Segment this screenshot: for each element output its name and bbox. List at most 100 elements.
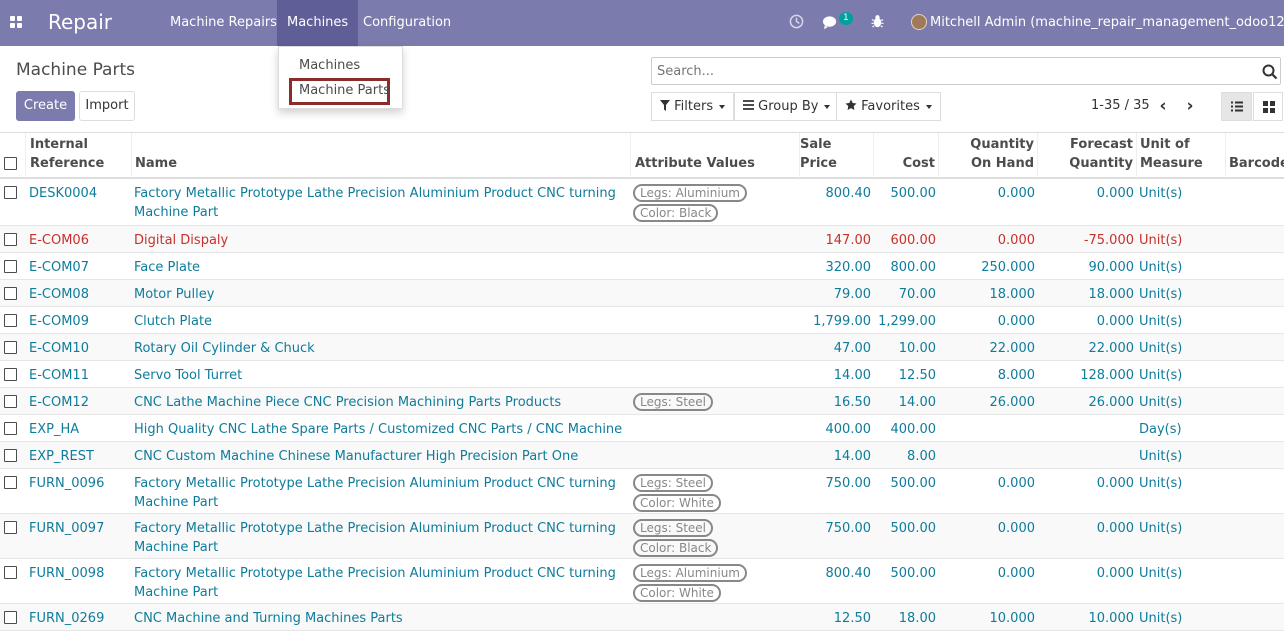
chat-icon[interactable] [822,15,839,30]
cell-quantity-on-hand: 22.000 [989,341,1036,356]
bug-debug-icon[interactable] [871,14,884,29]
cell-unit-of-measure: Unit(s) [1139,368,1183,383]
cell-sale-price: 1,799.00 [813,314,871,329]
attribute-tag: Legs: Aluminium [633,184,747,202]
menu-machines[interactable]: Machines [277,0,359,46]
table-row[interactable]: E-COM08 Motor Pulley 79.00 70.00 18.000 18.00… [0,280,1284,307]
col-name[interactable]: Name [132,133,631,178]
row-checkbox[interactable] [4,186,17,199]
cell-name: Factory Metallic Prototype Lathe Precisi… [134,521,616,555]
col-sale-price[interactable]: Sale Price [800,133,874,178]
search-icon[interactable] [1262,64,1278,80]
import-button[interactable]: Import [79,91,135,121]
table-row[interactable]: EXP_HA High Quality CNC Lathe Spare Parts… [0,415,1284,456]
app-brand[interactable]: Repair [48,10,112,34]
row-checkbox[interactable] [4,566,17,579]
col-attribute-values[interactable]: Attribute Values [631,133,800,178]
row-checkbox[interactable] [4,611,17,624]
table-row[interactable]: FURN_0098 Factory Metallic Prototype Lath… [0,559,1284,604]
pager-next-icon[interactable]: › [1181,97,1199,115]
table-row[interactable]: E-COM12 CNC Lathe Machine Piece CNC Preci… [0,388,1284,415]
filters-button[interactable]: Filters [651,92,735,121]
row-checkbox[interactable] [4,287,17,300]
row-checkbox[interactable] [4,314,17,327]
cell-sale-price: 750.00 [825,521,872,536]
row-checkbox[interactable] [4,449,17,462]
table-row[interactable]: E-COM07 Face Plate 320.00 800.00 250.000 90.0… [0,253,1284,280]
cell-attribute-values: Legs: Steel [633,392,799,412]
cell-cost: 500.00 [890,521,937,536]
cell-forecast-quantity: 0.000 [1096,314,1134,329]
table-row[interactable]: E-COM09 Clutch Plate 1,799.00 1,299.00 0.000… [0,307,1284,334]
table-row[interactable]: FURN_0096 Factory Metallic Prototype Lath… [0,469,1284,514]
cell-sale-price: 800.40 [825,566,872,581]
attribute-tag: Color: Black [633,539,719,557]
row-checkbox[interactable] [4,395,17,408]
col-unit-of-measure[interactable]: Unit of Measure [1137,133,1226,178]
cell-quantity-on-hand: 0.000 [997,566,1035,581]
filters-label: Filters [674,99,714,114]
cell-attribute-values: Legs: Steel Color: White [633,473,799,513]
col-barcode[interactable]: Barcode [1226,133,1284,178]
cell-internal-reference: EXP_HA [29,422,80,437]
cell-name: Motor Pulley [134,287,215,302]
cell-quantity-on-hand: 0.000 [997,314,1035,329]
cell-name: Factory Metallic Prototype Lathe Precisi… [134,476,616,510]
menu-machine-repairs[interactable]: Machine Repairs [160,0,287,46]
user-menu[interactable]: Mitchell Admin (machine_repair_managemen… [930,15,1284,30]
cell-sale-price: 800.40 [825,186,872,201]
dropdown-item-machines[interactable]: Machines [299,58,360,73]
cell-internal-reference: E-COM12 [29,395,89,410]
cell-unit-of-measure: Unit(s) [1139,287,1183,302]
cell-unit-of-measure: Unit(s) [1139,395,1183,410]
apps-menu-icon[interactable] [10,16,23,29]
col-forecast-quantity[interactable]: Forecast Quantity [1038,133,1137,178]
pager-value[interactable]: 1-35 / 35 [1091,98,1150,113]
search-input[interactable] [652,58,1252,84]
attribute-tag: Legs: Aluminium [633,564,747,582]
table-row[interactable]: E-COM06 Digital Dispaly 147.00 600.00 0.000 -… [0,226,1284,253]
top-navbar: Repair Machine Repairs Machines Configur… [0,0,1284,46]
col-internal-reference[interactable]: Internal Reference [26,133,132,178]
row-checkbox[interactable] [4,233,17,246]
user-avatar[interactable] [911,14,927,30]
dropdown-item-machine-parts[interactable]: Machine Parts [299,83,390,98]
attribute-tag: Legs: Steel [633,393,714,411]
table-row[interactable]: EXP_REST CNC Custom Machine Chinese Manuf… [0,442,1284,469]
group-by-button[interactable]: Group By [734,92,840,121]
table-row[interactable]: FURN_0097 Factory Metallic Prototype Lath… [0,514,1284,559]
activity-clock-icon[interactable] [789,14,804,29]
list-view-button[interactable] [1221,92,1252,121]
row-checkbox[interactable] [4,521,17,534]
create-button[interactable]: Create [16,91,75,121]
menu-configuration[interactable]: Configuration [353,0,461,46]
kanban-view-button[interactable] [1253,92,1283,121]
favorites-button[interactable]: Favorites [836,92,941,121]
table-row[interactable]: FURN_0269 CNC Machine and Turning Machine… [0,604,1284,631]
row-checkbox[interactable] [4,260,17,273]
table-row[interactable]: DESK0004 Factory Metallic Prototype Lathe… [0,179,1284,226]
table-header: Internal Reference Name Attribute Values… [0,132,1284,179]
cell-name: CNC Custom Machine Chinese Manufacturer … [134,449,579,464]
table-row[interactable]: E-COM10 Rotary Oil Cylinder & Chuck 47.00 1… [0,334,1284,361]
cell-sale-price: 14.00 [833,368,871,383]
select-all-checkbox[interactable] [4,157,17,170]
cell-unit-of-measure: Unit(s) [1139,260,1183,275]
cell-unit-of-measure: Unit(s) [1139,566,1183,581]
table-row[interactable]: E-COM11 Servo Tool Turret 14.00 12.50 8.000 1… [0,361,1284,388]
cell-name: Servo Tool Turret [134,368,243,383]
cell-quantity-on-hand: 26.000 [989,395,1036,410]
row-checkbox[interactable] [4,476,17,489]
attribute-tag: Legs: Steel [633,519,714,537]
cell-cost: 400.00 [890,422,937,437]
col-cost[interactable]: Cost [874,133,939,178]
pager-previous-icon[interactable]: ‹ [1154,97,1172,115]
col-quantity-on-hand[interactable]: Quantity On Hand [939,133,1038,178]
favorites-label: Favorites [861,99,920,114]
row-checkbox[interactable] [4,422,17,435]
row-checkbox[interactable] [4,368,17,381]
filter-icon [660,100,670,111]
kanban-view-icon [1263,101,1275,113]
cell-sale-price: 79.00 [833,287,871,302]
row-checkbox[interactable] [4,341,17,354]
